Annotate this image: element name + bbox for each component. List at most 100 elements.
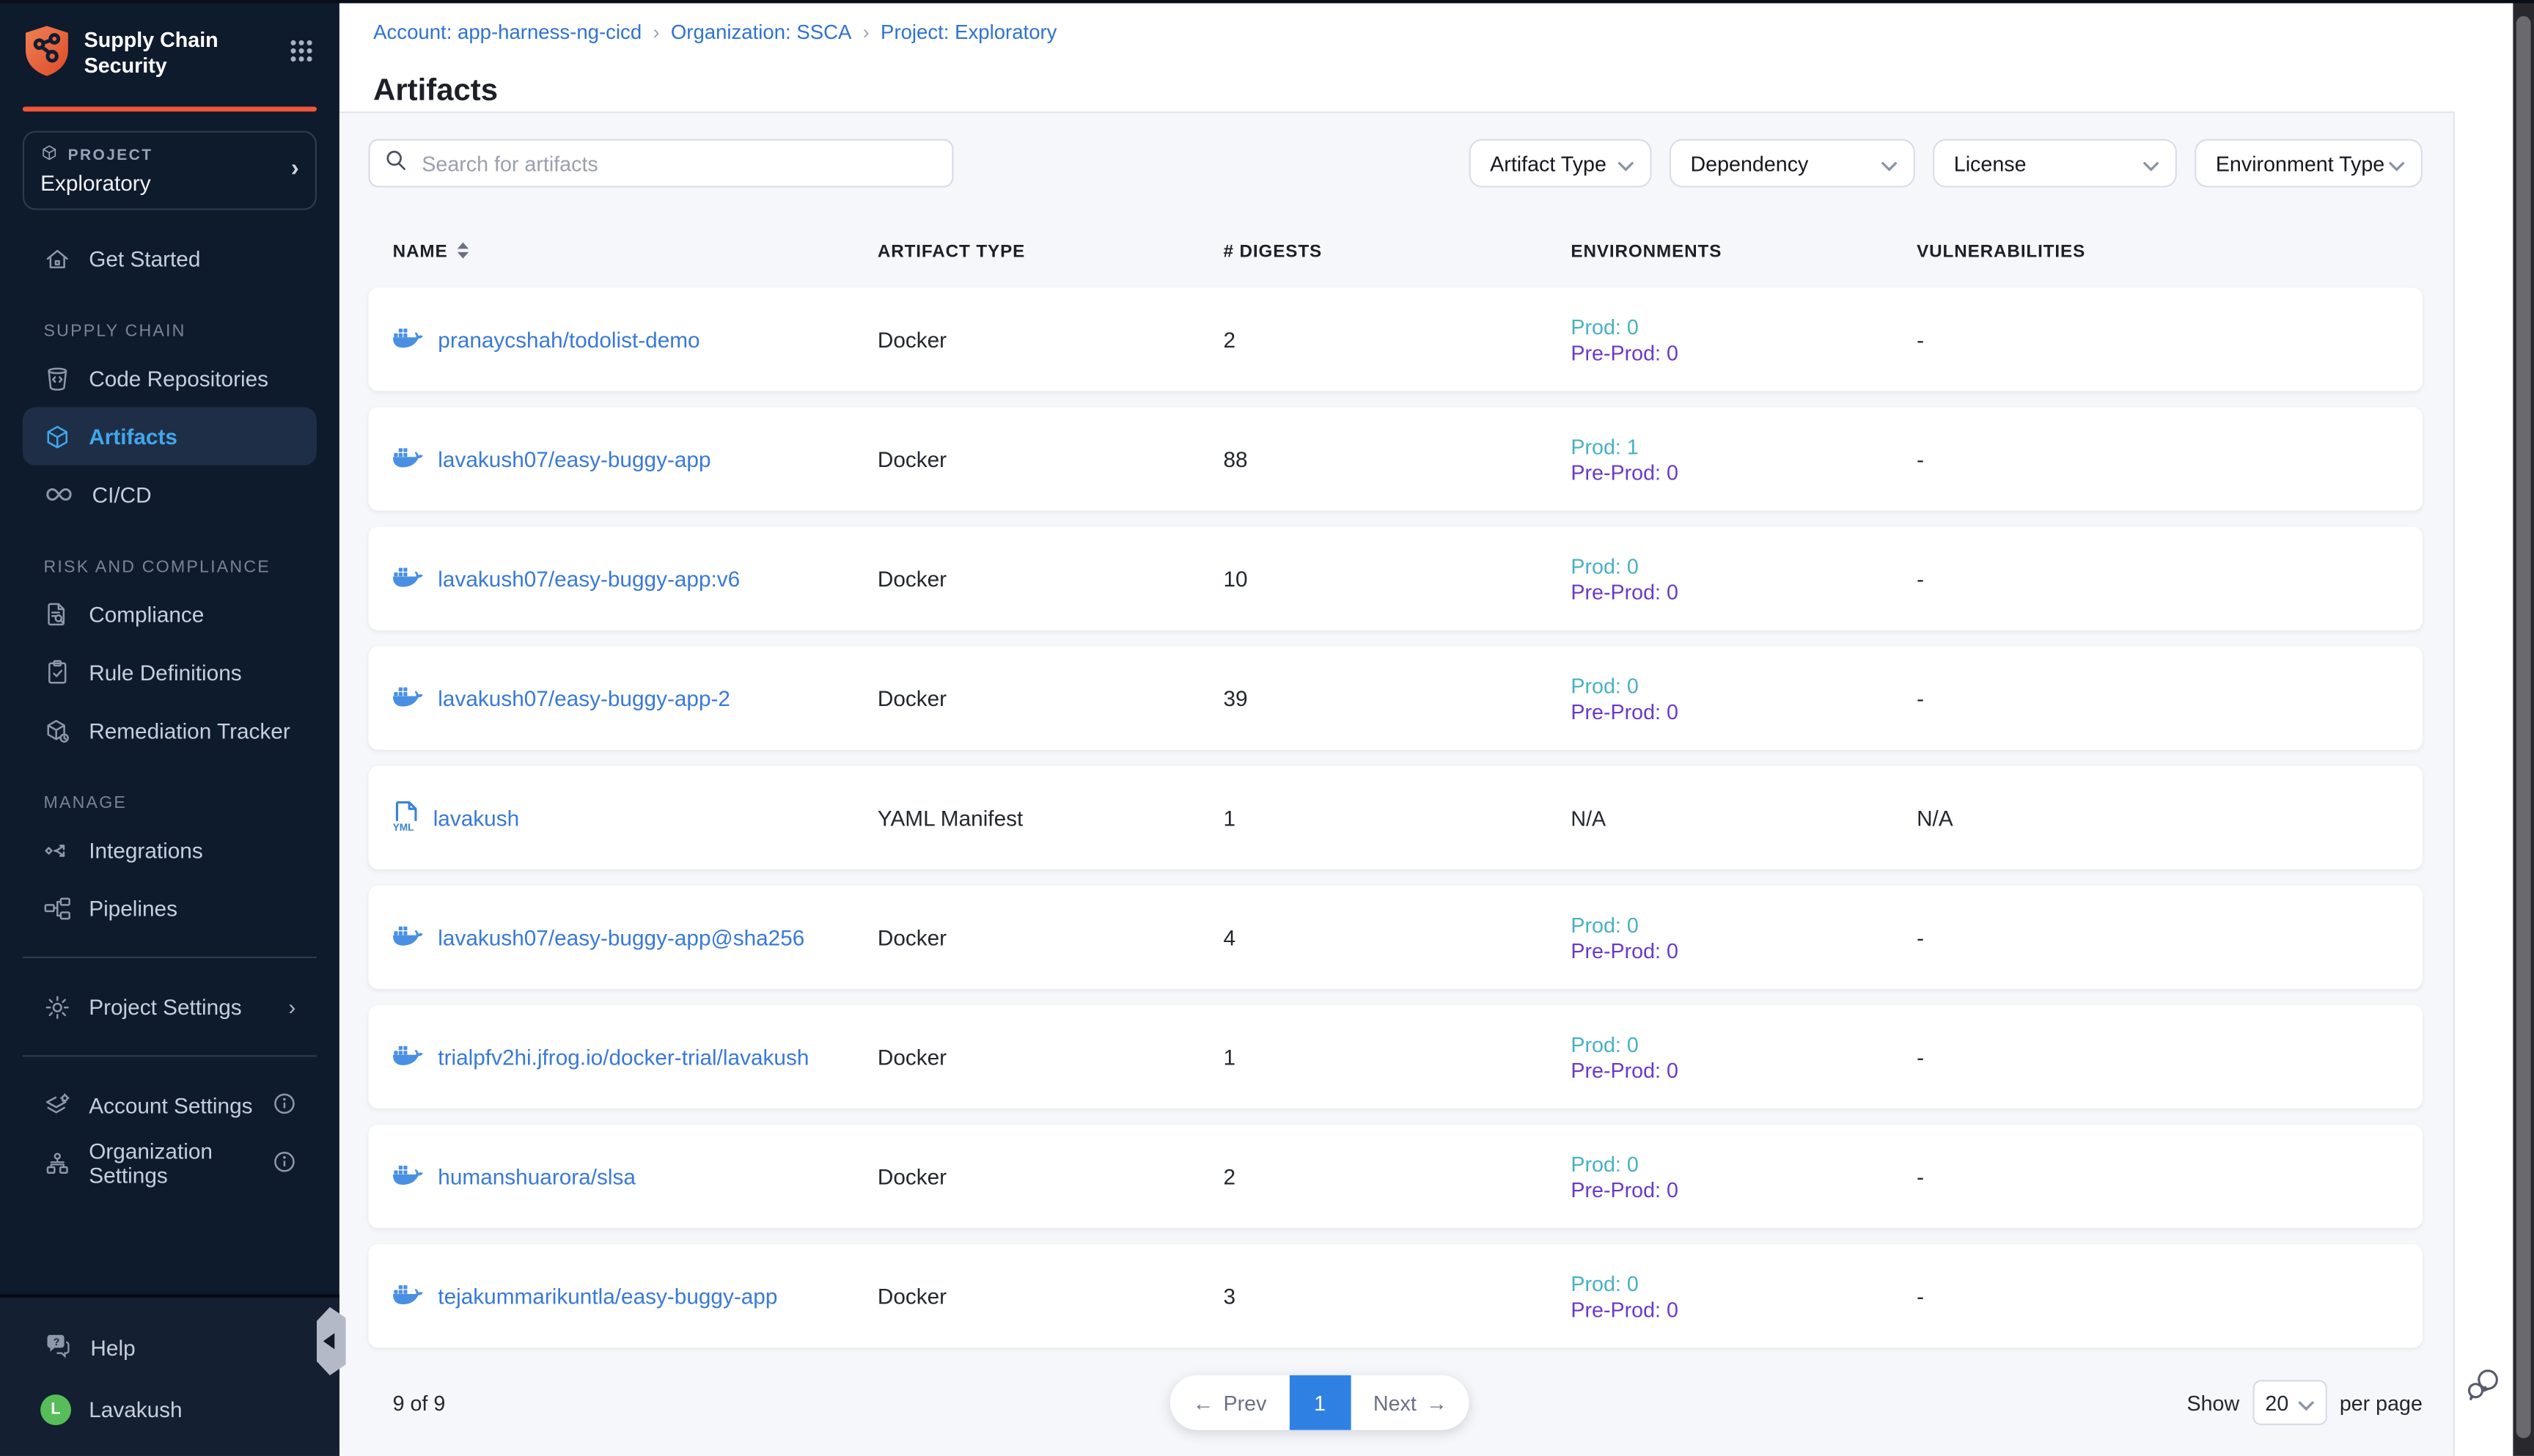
column-header-label: NAME	[393, 243, 448, 262]
breadcrumb-link[interactable]: Account: app-harness-ng-cicd	[373, 21, 642, 44]
sort-icon[interactable]	[456, 240, 471, 264]
artifact-name-link[interactable]: humanshuarora/slsa	[438, 1164, 636, 1188]
artifact-name-link[interactable]: pranaycshah/todolist-demo	[438, 327, 699, 351]
right-gutter	[2455, 0, 2513, 1456]
chevron-down-icon	[2143, 151, 2159, 175]
scrollbar-thumb[interactable]	[2516, 16, 2531, 1438]
prod-env-link[interactable]: Prod: 0	[1571, 315, 1638, 339]
preprod-env-link[interactable]: Pre-Prod: 0	[1571, 579, 1678, 603]
preprod-env-link[interactable]: Pre-Prod: 0	[1571, 1058, 1678, 1082]
preprod-env-link[interactable]: Pre-Prod: 0	[1571, 1297, 1678, 1321]
sidebar-item-artifacts[interactable]: Artifacts	[23, 407, 317, 465]
sidebar-item-account-settings[interactable]: Account Settings	[23, 1076, 317, 1134]
filter-label: Dependency	[1690, 151, 1808, 175]
artifact-name-link[interactable]: lavakush07/easy-buggy-app	[438, 446, 710, 471]
next-page-button[interactable]: Next →	[1351, 1375, 1470, 1430]
table-row[interactable]: lavakush07/easy-buggy-appDocker88Prod: 1…	[369, 407, 2423, 510]
prod-env-link[interactable]: Prod: 0	[1571, 554, 1638, 578]
prod-env-link[interactable]: Prod: 0	[1571, 1032, 1638, 1056]
support-chat-icon[interactable]	[2466, 1365, 2503, 1411]
artifact-name-link[interactable]: lavakush	[433, 806, 519, 830]
search-box[interactable]	[369, 139, 954, 188]
artifact-type-cell: YAML Manifest	[878, 806, 1224, 830]
table-row[interactable]: lavakush07/easy-buggy-app:v6Docker10Prod…	[369, 527, 2423, 630]
arrow-left-icon: ←	[1193, 1391, 1214, 1415]
table-row[interactable]: lavakush07/easy-buggy-app@sha256Docker4P…	[369, 886, 2423, 989]
preprod-env-link[interactable]: Pre-Prod: 0	[1571, 340, 1678, 364]
table-row[interactable]: tejakummarikuntla/easy-buggy-appDocker3P…	[369, 1244, 2423, 1347]
preprod-env-link[interactable]: Pre-Prod: 0	[1571, 699, 1678, 723]
search-input[interactable]	[419, 150, 938, 177]
artifact-type-cell: Docker	[878, 925, 1224, 949]
sidebar-item-get-started[interactable]: Get Started	[23, 229, 317, 287]
breadcrumb-link[interactable]: Project: Exploratory	[881, 21, 1057, 44]
artifact-name-link[interactable]: lavakush07/easy-buggy-app-2	[438, 686, 730, 710]
filter-license[interactable]: License	[1933, 139, 2177, 188]
preprod-env-link[interactable]: Pre-Prod: 0	[1571, 460, 1678, 484]
prod-env-link[interactable]: Prod: 0	[1571, 1151, 1638, 1175]
sidebar-item-label: Account Settings	[89, 1093, 252, 1117]
prod-env-link[interactable]: Prod: 0	[1571, 673, 1638, 697]
prev-page-button[interactable]: ← Prev	[1170, 1375, 1290, 1430]
preprod-env-link[interactable]: Pre-Prod: 0	[1571, 1177, 1678, 1202]
module-grid-icon[interactable]	[290, 39, 314, 71]
sidebar-item-integrations[interactable]: Integrations	[23, 821, 317, 879]
cube-icon	[44, 422, 71, 449]
column-header-label: VULNERABILITIES	[1917, 243, 2085, 262]
sidebar-item-organization-settings[interactable]: Organization Settings	[23, 1134, 317, 1192]
docker-icon	[393, 444, 424, 474]
filter-dependency[interactable]: Dependency	[1670, 139, 1915, 188]
breadcrumb: Account: app-harness-ng-cicd›Organizatio…	[373, 21, 1057, 44]
artifact-type-cell: Docker	[878, 446, 1224, 471]
vulnerabilities-cell: -	[1917, 686, 2423, 710]
sidebar-item-pipelines[interactable]: Pipelines	[23, 879, 317, 937]
table-row[interactable]: humanshuarora/slsaDocker2Prod: 0Pre-Prod…	[369, 1125, 2423, 1228]
sidebar-item-project-settings[interactable]: Project Settings ›	[23, 977, 317, 1035]
chevron-down-icon	[1881, 151, 1898, 175]
filter-label: License	[1954, 151, 2027, 175]
digests-cell: 3	[1224, 1284, 1571, 1308]
table-row[interactable]: pranaycshah/todolist-demoDocker2Prod: 0P…	[369, 287, 2423, 391]
breadcrumb-link[interactable]: Organization: SSCA	[671, 21, 852, 44]
table-row[interactable]: trialpfv2hi.jfrog.io/docker-trial/lavaku…	[369, 1005, 2423, 1108]
scrollbar[interactable]	[2513, 0, 2534, 1456]
sidebar-item-code-repositories[interactable]: Code Repositories	[23, 349, 317, 407]
column-header-artifact-type: ARTIFACT TYPE	[878, 243, 1224, 262]
page-1-button[interactable]: 1	[1289, 1375, 1351, 1430]
sidebar-item-compliance[interactable]: Compliance	[23, 585, 317, 643]
per-page-select[interactable]: 20	[2252, 1380, 2326, 1425]
artifact-name-link[interactable]: lavakush07/easy-buggy-app:v6	[438, 567, 740, 591]
user-menu[interactable]: L Lavakush	[23, 1382, 317, 1437]
sidebar-item-ci-cd[interactable]: CI/CD	[23, 466, 317, 523]
docker-icon	[393, 1042, 424, 1073]
table-row[interactable]: YMLlavakushYAML Manifest1N/AN/A	[369, 766, 2423, 869]
sidebar-item-label: Pipelines	[89, 896, 177, 920]
artifact-name-link[interactable]: tejakummarikuntla/easy-buggy-app	[438, 1284, 777, 1308]
divider	[23, 1055, 317, 1056]
filter-artifact-type[interactable]: Artifact Type	[1469, 139, 1652, 188]
artifact-name-link[interactable]: trialpfv2hi.jfrog.io/docker-trial/lavaku…	[438, 1045, 809, 1069]
column-header-environments: ENVIRONMENTS	[1571, 243, 1917, 262]
sidebar-section-label: SUPPLY CHAIN	[23, 314, 317, 349]
project-selector[interactable]: PROJECT Exploratory ›	[23, 131, 317, 210]
sidebar-item-rule-definitions[interactable]: Rule Definitions	[23, 643, 317, 701]
prod-env-link[interactable]: Prod: 0	[1571, 912, 1638, 936]
prod-env-link[interactable]: Prod: 1	[1571, 434, 1638, 458]
prod-env-link[interactable]: Prod: 0	[1571, 1271, 1638, 1295]
sidebar-item-remediation-tracker[interactable]: Remediation Tracker	[23, 702, 317, 760]
filter-environment-type[interactable]: Environment Type	[2195, 139, 2423, 188]
environments-cell: Prod: 1Pre-Prod: 0	[1571, 434, 1917, 484]
vulnerabilities-cell: -	[1917, 1284, 2423, 1308]
help-button[interactable]: ? Help	[23, 1320, 317, 1375]
preprod-env-link[interactable]: Pre-Prod: 0	[1571, 938, 1678, 962]
per-page-control: Show 20 per page	[2186, 1380, 2422, 1425]
environments-cell: Prod: 0Pre-Prod: 0	[1571, 1271, 1917, 1321]
app-header: Supply Chain Security	[23, 24, 317, 87]
show-label: Show	[2186, 1391, 2239, 1415]
artifact-name-link[interactable]: lavakush07/easy-buggy-app@sha256	[438, 925, 804, 949]
column-header-vulnerabilities: VULNERABILITIES	[1917, 243, 2423, 262]
sidebar-item-label: Compliance	[89, 602, 204, 626]
table-row[interactable]: lavakush07/easy-buggy-app-2Docker39Prod:…	[369, 647, 2423, 750]
column-header-name[interactable]: NAME	[393, 240, 878, 264]
column-header-label: ARTIFACT TYPE	[878, 243, 1025, 262]
